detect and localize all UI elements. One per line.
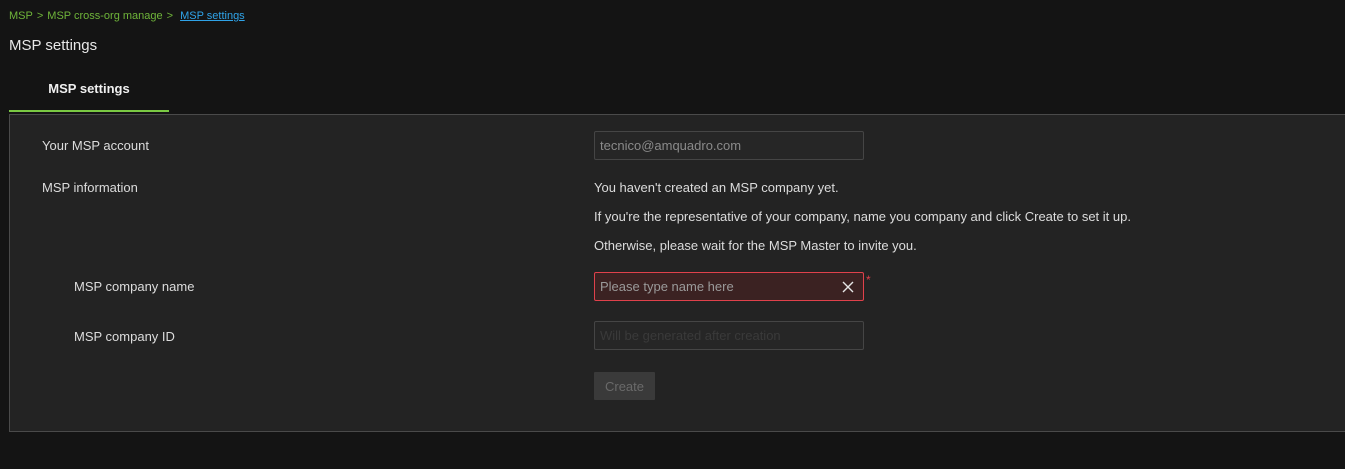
info-line-2: If you're the representative of your com… [594,209,1131,224]
required-asterisk: * [866,273,871,287]
account-label: Your MSP account [42,138,149,153]
breadcrumb-item-current[interactable]: MSP settings [180,10,245,22]
tab-bar: MSP settings [9,66,169,112]
close-icon[interactable] [840,279,856,295]
create-button[interactable]: Create [594,372,655,400]
company-name-label: MSP company name [74,279,195,294]
info-line-1: You haven't created an MSP company yet. [594,180,839,195]
breadcrumb: MSP > MSP cross-org manage > MSP setting… [9,10,245,22]
company-id-field [594,321,864,350]
account-field[interactable] [594,131,864,160]
settings-panel: Your MSP account MSP information You hav… [9,114,1345,432]
breadcrumb-item-msp[interactable]: MSP [9,10,33,22]
tab-msp-settings[interactable]: MSP settings [9,66,169,112]
breadcrumb-separator: > [166,10,174,22]
breadcrumb-item-cross-org[interactable]: MSP cross-org manage [47,10,162,22]
company-name-field[interactable] [594,272,864,301]
breadcrumb-separator: > [36,10,44,22]
account-input[interactable] [600,138,858,153]
company-name-input[interactable] [600,279,840,294]
info-line-3: Otherwise, please wait for the MSP Maste… [594,238,917,253]
company-id-label: MSP company ID [74,329,175,344]
page-title: MSP settings [9,37,98,54]
company-id-input [600,328,858,343]
info-label: MSP information [42,180,138,195]
